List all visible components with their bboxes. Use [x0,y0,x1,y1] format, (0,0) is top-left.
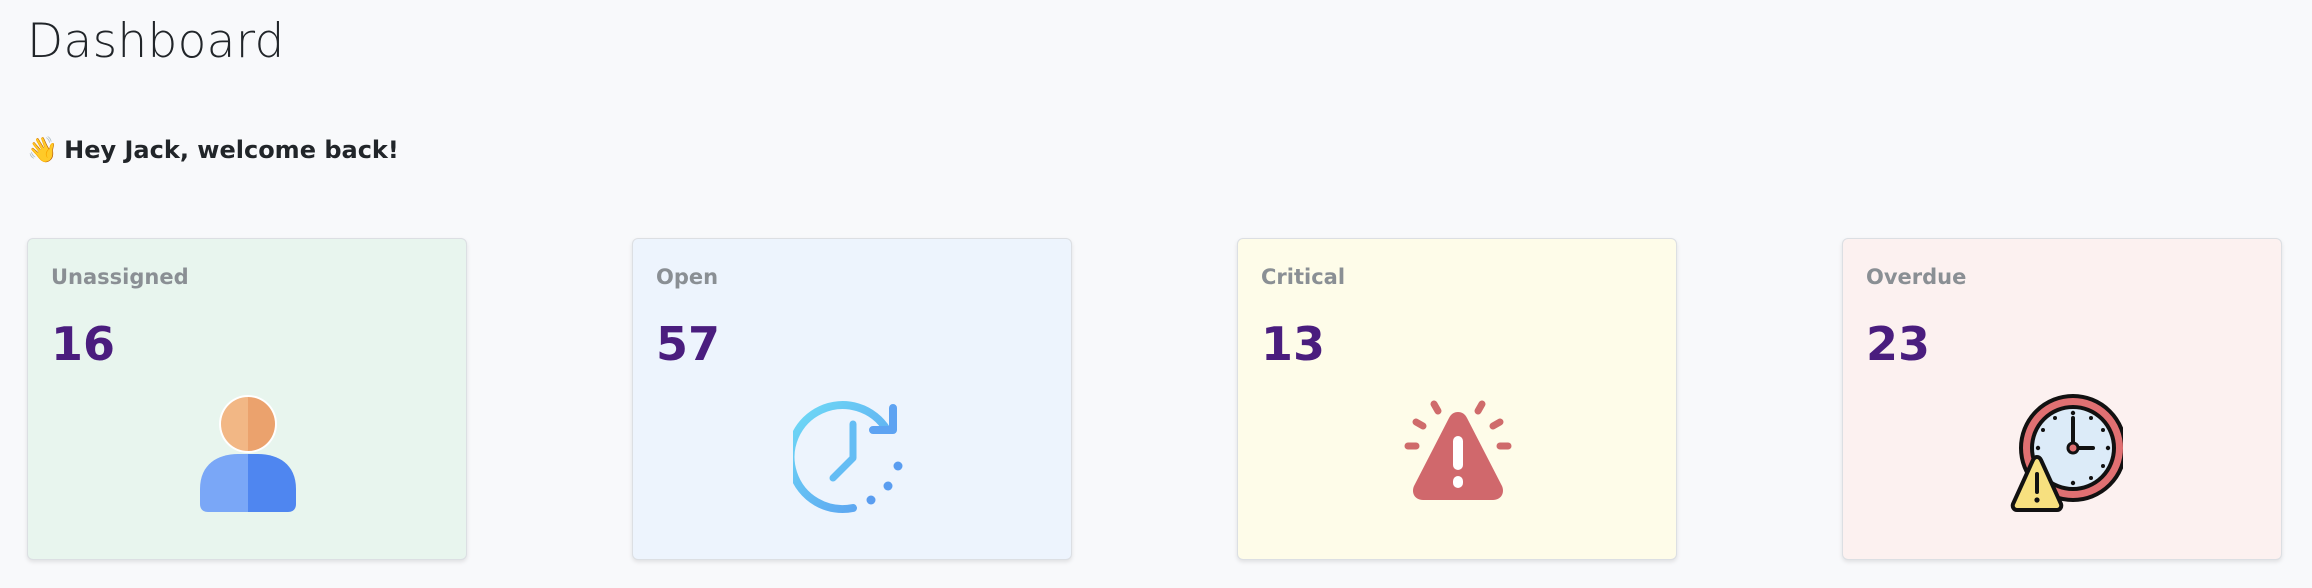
card-count: 16 [51,317,116,371]
card-count: 57 [656,317,721,371]
clock-warning-icon [2010,394,2123,512]
overdue-card[interactable]: Overdue 23 [1842,238,2282,560]
unassigned-card[interactable]: Unassigned 16 [27,238,467,560]
alert-triangle-icon [1404,400,1512,500]
waving-hand-icon: 👋 [27,135,59,164]
card-label: Overdue [1866,265,1967,289]
card-count: 23 [1866,317,1931,371]
dashboard-page: Dashboard 👋 Hey Jack, welcome back! Unas… [0,0,2312,588]
critical-card[interactable]: Critical 13 [1237,238,1677,560]
card-label: Open [656,265,719,289]
page-title: Dashboard [27,14,285,69]
open-card[interactable]: Open 57 [632,238,1072,560]
welcome-text: Hey Jack, welcome back! [64,136,399,164]
user-icon [200,395,296,512]
card-count: 13 [1261,317,1326,371]
card-label: Unassigned [51,265,189,289]
card-label: Critical [1261,265,1346,289]
clock-refresh-icon [793,401,903,514]
welcome-message: 👋 Hey Jack, welcome back! [27,132,399,168]
